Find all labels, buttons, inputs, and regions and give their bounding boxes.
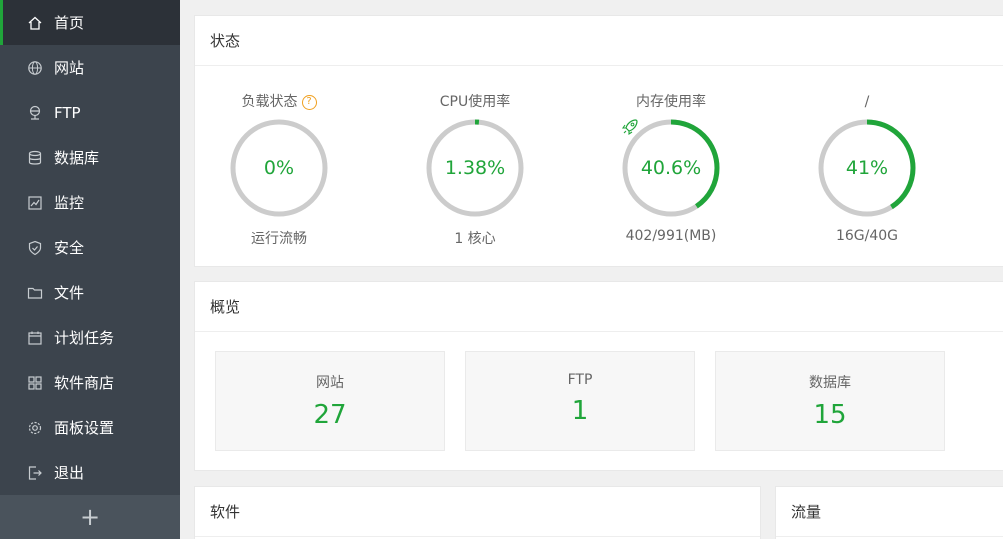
sidebar-item-files[interactable]: 文件 — [0, 270, 180, 315]
sidebar-item-label: 监控 — [54, 194, 85, 212]
sidebar-item-label: 软件商店 — [54, 374, 115, 392]
shield-icon — [26, 239, 44, 257]
ftp-icon — [26, 104, 44, 122]
overview-label: 数据库 — [809, 375, 851, 391]
overview-label: 网站 — [316, 375, 344, 391]
sidebar-item-monitor[interactable]: 监控 — [0, 180, 180, 225]
cpu-gauge[interactable]: CPU使用率 1.38% 1 核心 — [400, 93, 550, 248]
disk-usage-text: 16G/40G — [835, 228, 899, 244]
memory-ring: 40.6% — [619, 116, 723, 220]
cpu-value: 1.38% — [444, 157, 506, 179]
sidebar-item-logout[interactable]: 退出 — [0, 450, 180, 495]
software-panel: 软件 — [194, 486, 761, 539]
sidebar-item-label: 面板设置 — [54, 419, 115, 437]
gear-icon — [26, 419, 44, 437]
cpu-gauge-title: CPU使用率 — [439, 94, 511, 110]
load-gauge[interactable]: 负载状态 ? 0% 运行流畅 — [204, 93, 354, 248]
overview-count[interactable]: 1 — [466, 396, 694, 426]
calendar-icon — [26, 329, 44, 347]
status-panel: 状态 负载状态 ? 0% 运行流畅 CPU使用率 1.38% 1 核心 内存使用… — [194, 15, 1003, 267]
sidebar-item-database[interactable]: 数据库 — [0, 135, 180, 180]
help-icon[interactable]: ? — [301, 94, 317, 110]
sidebar-item-label: 文件 — [54, 284, 85, 302]
load-status-text: 运行流畅 — [251, 231, 307, 247]
sidebar-item-label: 首页 — [54, 14, 85, 32]
overview-label: FTP — [567, 372, 593, 388]
disk-gauge[interactable]: / 41% 16G/40G — [792, 93, 942, 244]
load-value: 0% — [263, 157, 295, 179]
disk-gauge-title: / — [864, 94, 870, 110]
traffic-panel-title: 流量 — [776, 487, 1003, 537]
overview-databases[interactable]: 数据库 15 — [715, 351, 945, 451]
sidebar-item-settings[interactable]: 面板设置 — [0, 405, 180, 450]
load-gauge-title: 负载状态 — [241, 94, 298, 110]
globe-icon — [26, 59, 44, 77]
traffic-panel: 流量 — [775, 486, 1003, 539]
overview-websites[interactable]: 网站 27 — [215, 351, 445, 451]
sidebar-item-label: FTP — [54, 103, 81, 122]
memory-gauge[interactable]: 内存使用率 40.6% 402/991(MB) — [596, 93, 746, 244]
monitor-icon — [26, 194, 44, 212]
disk-value: 41% — [845, 157, 889, 179]
memory-usage-text: 402/991(MB) — [625, 228, 717, 244]
sidebar-item-store[interactable]: 软件商店 — [0, 360, 180, 405]
overview-ftp[interactable]: FTP 1 — [465, 351, 695, 451]
memory-value: 40.6% — [640, 157, 702, 179]
sidebar-item-ftp[interactable]: FTP — [0, 90, 180, 135]
sidebar-item-label: 数据库 — [54, 149, 100, 167]
add-shortcut-button[interactable]: + — [0, 495, 180, 539]
logout-icon — [26, 464, 44, 482]
load-ring: 0% — [227, 116, 331, 220]
overview-count[interactable]: 15 — [716, 400, 944, 430]
cpu-ring: 1.38% — [423, 116, 527, 220]
sidebar-item-label: 计划任务 — [54, 329, 115, 347]
database-icon — [26, 149, 44, 167]
disk-ring: 41% — [815, 116, 919, 220]
sidebar-item-security[interactable]: 安全 — [0, 225, 180, 270]
software-panel-title: 软件 — [195, 487, 760, 537]
sidebar: 首页 网站 FTP 数据库 监控 安全 文件 计划任务 软件商店 面板设置 退出… — [0, 0, 180, 539]
cpu-cores-text: 1 核心 — [454, 231, 496, 247]
overview-count[interactable]: 27 — [216, 400, 444, 430]
overview-panel: 概览 网站 27 FTP 1 数据库 15 — [194, 281, 1003, 471]
sidebar-item-label: 网站 — [54, 59, 85, 77]
status-panel-title: 状态 — [195, 16, 1003, 66]
home-icon — [26, 14, 44, 32]
folder-icon — [26, 284, 44, 302]
memory-gauge-title: 内存使用率 — [636, 94, 706, 110]
sidebar-item-cron[interactable]: 计划任务 — [0, 315, 180, 360]
grid-icon — [26, 374, 44, 392]
sidebar-item-website[interactable]: 网站 — [0, 45, 180, 90]
overview-panel-title: 概览 — [195, 282, 1003, 332]
sidebar-item-label: 退出 — [54, 464, 85, 482]
sidebar-item-label: 安全 — [54, 239, 85, 257]
sidebar-item-home[interactable]: 首页 — [0, 0, 180, 45]
